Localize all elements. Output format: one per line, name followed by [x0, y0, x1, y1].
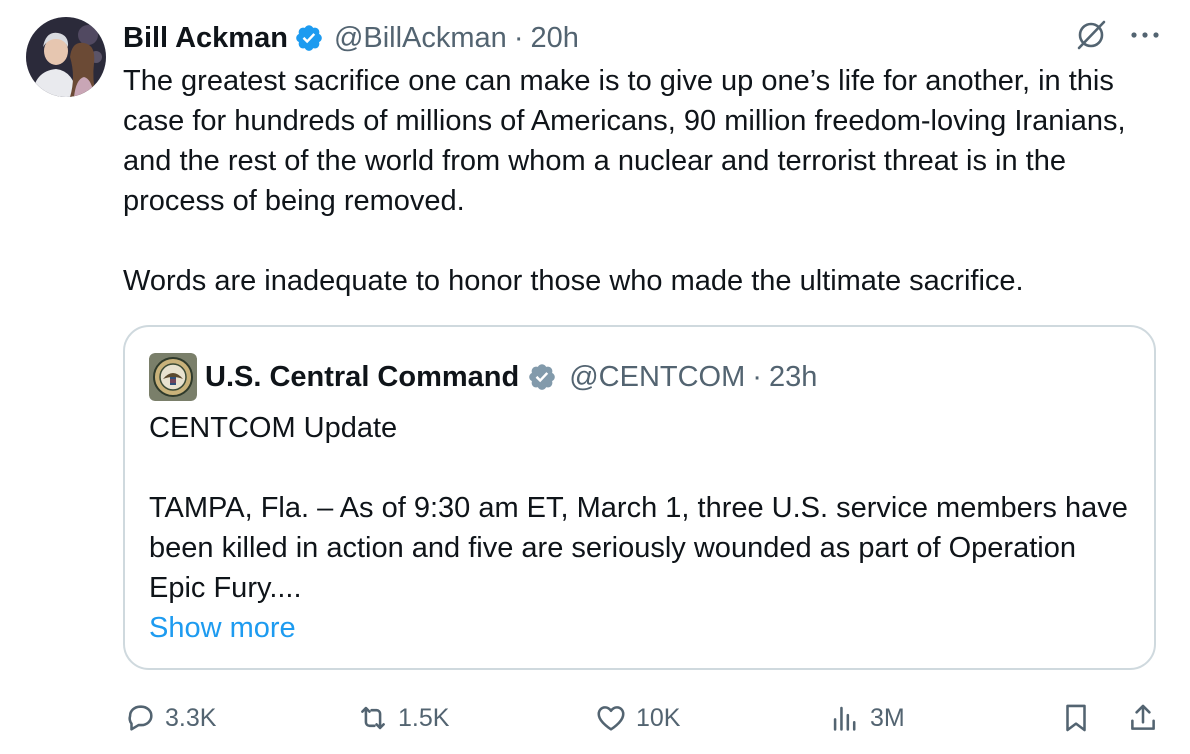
quoted-paragraph: TAMPA, Fla. – As of 9:30 am ET, March 1,… — [149, 492, 1128, 604]
avatar[interactable] — [26, 17, 106, 97]
views-icon — [828, 701, 862, 735]
like-count: 10K — [636, 703, 681, 732]
bookmark-icon — [1059, 701, 1093, 735]
repost-button[interactable]: 1.5K — [356, 697, 449, 739]
tweet-text: The greatest sacrifice one can make is t… — [123, 61, 1163, 301]
author-name[interactable]: Bill Ackman — [123, 22, 288, 55]
quoted-tweet-text: CENTCOM Update TAMPA, Fla. – As of 9:30 … — [149, 408, 1129, 648]
verified-badge-icon[interactable] — [294, 23, 324, 53]
quoted-author-handle[interactable]: @CENTCOM — [569, 361, 745, 394]
repost-icon — [356, 701, 390, 735]
tweet-timestamp[interactable]: 20h — [530, 22, 578, 55]
views-button[interactable]: 3M — [828, 697, 905, 739]
share-button[interactable] — [1126, 697, 1160, 739]
quoted-line: CENTCOM Update — [149, 412, 398, 444]
more-icon[interactable] — [1130, 30, 1160, 40]
quoted-avatar[interactable] — [149, 353, 197, 401]
quoted-tweet-header: U.S. Central Command @CENTCOM · 23h — [149, 353, 817, 401]
like-icon — [594, 701, 628, 735]
government-verified-badge-icon[interactable] — [527, 362, 557, 392]
reply-button[interactable]: 3.3K — [123, 697, 216, 739]
tweet-paragraph: Words are inadequate to honor those who … — [123, 265, 1024, 297]
action-bar: 3.3K 1.5K 10K 3M — [123, 697, 1163, 739]
like-button[interactable]: 10K — [594, 697, 680, 739]
views-count: 3M — [870, 703, 905, 732]
separator-dot: · — [752, 360, 762, 393]
tweet-paragraph: The greatest sacrifice one can make is t… — [123, 65, 1126, 217]
grok-icon[interactable] — [1074, 18, 1108, 52]
separator-dot: · — [513, 21, 524, 54]
share-icon — [1126, 701, 1160, 735]
reply-count: 3.3K — [165, 703, 217, 732]
repost-count: 1.5K — [398, 703, 450, 732]
tweet-header: Bill Ackman @BillAckman · 20h — [123, 18, 579, 58]
top-right-controls — [1074, 18, 1160, 52]
quoted-tweet-timestamp[interactable]: 23h — [769, 361, 817, 394]
show-more-link[interactable]: Show more — [149, 612, 296, 644]
author-handle[interactable]: @BillAckman — [334, 22, 507, 55]
reply-icon — [123, 701, 157, 735]
bookmark-button[interactable] — [1059, 697, 1093, 739]
tweet: Bill Ackman @BillAckman · 20h The greate… — [0, 0, 1190, 754]
quoted-tweet[interactable]: U.S. Central Command @CENTCOM · 23h CENT… — [123, 325, 1156, 670]
quoted-author-name[interactable]: U.S. Central Command — [205, 361, 519, 394]
